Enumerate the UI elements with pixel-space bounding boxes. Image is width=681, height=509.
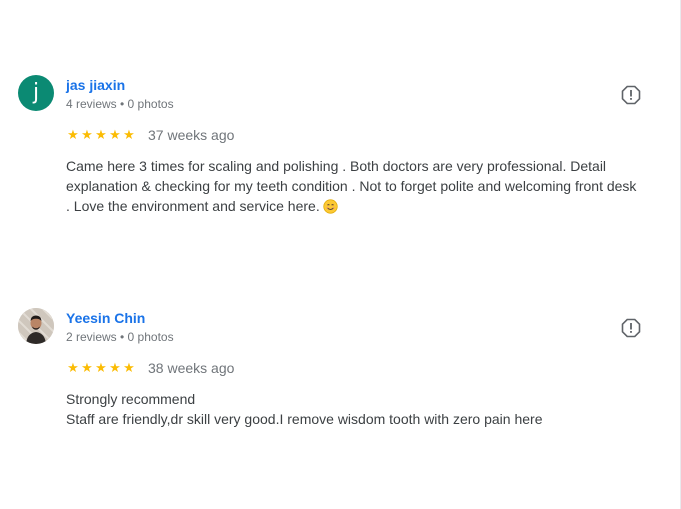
star-icon: ★ (109, 360, 121, 375)
report-review-icon[interactable] (621, 318, 641, 338)
rating-row: ★ ★ ★ ★ ★ 38 weeks ago (66, 360, 234, 376)
star-icon: ★ (123, 360, 135, 375)
review-line: Staff are friendly,dr skill very good.I … (66, 411, 543, 427)
star-rating: ★ ★ ★ ★ ★ (66, 127, 138, 143)
avatar[interactable]: j (18, 75, 54, 111)
author-name[interactable]: Yeesin Chin (66, 310, 145, 326)
star-icon: ★ (95, 360, 107, 375)
star-icon: ★ (81, 127, 93, 142)
author-meta: 4 reviews • 0 photos (66, 97, 174, 111)
star-icon: ★ (109, 127, 121, 142)
star-icon: ★ (95, 127, 107, 142)
author-name[interactable]: jas jiaxin (66, 77, 125, 93)
review-body: Came here 3 times for scaling and polish… (66, 158, 637, 214)
star-icon: ★ (123, 127, 135, 142)
star-icon: ★ (67, 360, 79, 375)
review-time: 38 weeks ago (148, 360, 235, 376)
review-text: Came here 3 times for scaling and polish… (66, 156, 641, 216)
avatar[interactable] (18, 308, 54, 344)
review-time: 37 weeks ago (148, 127, 235, 143)
review-text: Strongly recommend Staff are friendly,dr… (66, 389, 641, 429)
rating-row: ★ ★ ★ ★ ★ 37 weeks ago (66, 127, 234, 143)
avatar-letter: j (32, 80, 40, 105)
star-rating: ★ ★ ★ ★ ★ (66, 360, 138, 376)
star-icon: ★ (81, 360, 93, 375)
author-meta: 2 reviews • 0 photos (66, 330, 174, 344)
report-review-icon[interactable] (621, 85, 641, 105)
star-icon: ★ (67, 127, 79, 142)
smiling-face-icon (323, 199, 338, 214)
review-line: Strongly recommend (66, 391, 196, 407)
profile-photo-icon (18, 308, 54, 344)
